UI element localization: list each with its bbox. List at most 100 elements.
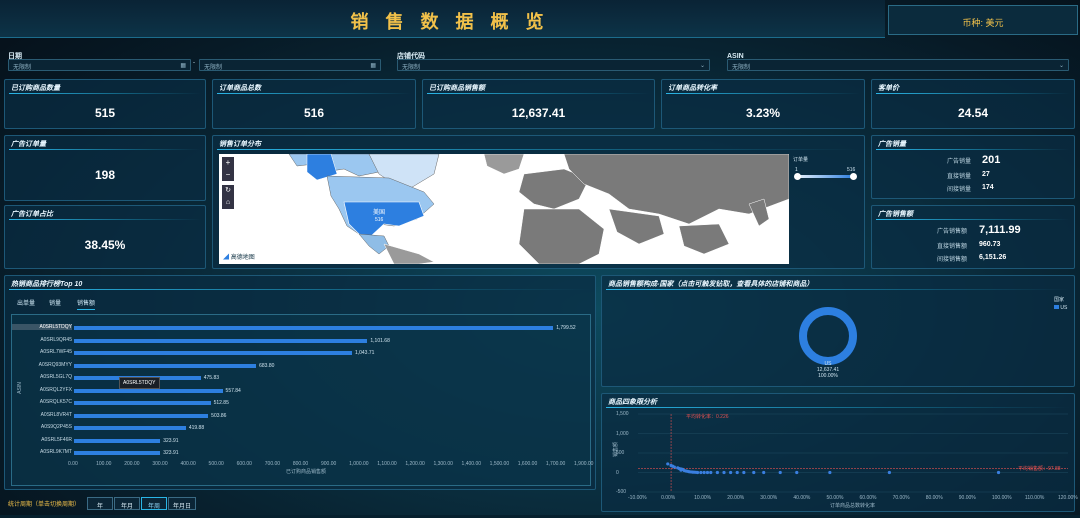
bar-value: 323.91 [163,450,179,456]
scatter-point[interactable] [715,470,719,475]
scatter-point[interactable] [699,470,703,475]
map-tool-controls: ↻ ⌂ [222,185,234,209]
zoom-in-button[interactable]: + [222,157,234,169]
scatter-point[interactable] [672,465,676,469]
calendar-icon: ▦ [370,63,376,69]
bar[interactable] [74,363,257,368]
bar-value: 419.88 [188,425,205,431]
bar[interactable] [74,326,554,330]
map-legend-scale[interactable] [797,175,853,178]
kpi-card-sales: 已订购商品销售额 12,637.41 [422,79,655,129]
donut-slice-us[interactable] [799,307,857,365]
xaxis-tick: 90.00% [958,495,976,501]
xaxis-tick: 1,100.00 [377,461,397,467]
kpi-value: 516 [303,106,325,120]
map-logo-icon: ◢ [223,255,230,261]
period-yearweek-button[interactable]: 年周 [141,497,167,510]
yaxis-tick: 0 [616,469,619,476]
ad-revenue-panel: 广告销售额 广告销售额 7,111.99 直接销售额 960.73 间接销售额 6,1… [871,205,1075,269]
date-separator: - [193,60,195,66]
bar-label: A0SRL7WF45 [40,349,72,355]
panel-title: 热销商品排行榜Top 10 [11,281,83,288]
scatter-point[interactable] [729,470,733,475]
scatter-point[interactable] [722,470,726,475]
avg-conversion-label: 平均转化率：0.226 [686,414,729,420]
kpi-label: 广告订单量 [11,141,46,148]
scatter-point[interactable] [752,470,756,475]
reset-icon[interactable]: ↻ [222,185,234,197]
scatter-point[interactable] [695,470,700,475]
bar-label: A0SRQ93MYY [38,361,72,368]
xaxis-tick: 10.00% [694,495,712,501]
country-value: 516 [375,217,384,223]
period-year-button[interactable]: 年 [87,497,113,510]
map-legend-handle-max[interactable] [850,173,857,180]
scatter-point[interactable] [705,470,710,475]
scatter-point[interactable] [709,470,713,475]
tab-sales-qty[interactable]: 销量 [49,298,61,307]
bar[interactable] [74,351,352,355]
kpi-label: 订单商品转化率 [668,85,717,92]
kpi-card-ad-order-share: 广告订单占比 38.45% [4,205,206,269]
zoom-out-button[interactable]: − [222,169,234,181]
period-yearmonthday-button[interactable]: 年月日 [168,497,196,510]
tooltip: A0SRL5TDQY [119,377,160,389]
quadrant-panel: 商品四象限分析 1,500 1,000 500 0 -500 -10.00% 0.00% 10… [601,393,1078,512]
xaxis-tick: 120.00% [1058,495,1078,501]
donut-panel: 商品销售额构成-国家（点击可触发钻取，查看具体的店铺和商品） US 12,637… [601,275,1075,387]
map-canvas[interactable]: 美国 516 + − ↻ ⌂ ◢ 高德地图 [219,154,789,264]
map-panel: 销售订单分布 美国 516 + − ↻ ⌂ ◢ 高德地图 订单量 1 516 [212,135,865,269]
scatter-point[interactable] [666,462,670,466]
yaxis-tick: -500 [616,489,627,495]
scatter-point[interactable] [762,470,766,475]
bar[interactable] [74,438,161,443]
yaxis-tick: 1,500 [616,411,629,417]
map-legend-handle-min[interactable] [794,173,801,180]
kpi-value: 3.23% [745,106,781,120]
bar-label: A0SRL9QR45 [40,336,72,343]
bar[interactable] [74,451,161,455]
xaxis-tick: 60.00% [859,495,877,501]
scatter-point[interactable] [996,470,1001,475]
kpi-value: 198 [94,168,116,182]
bar[interactable] [74,426,186,430]
scatter-point[interactable] [778,470,782,475]
bar[interactable] [74,338,368,343]
scatter-point[interactable] [702,470,706,475]
scatter-point[interactable] [742,470,746,475]
xaxis-tick: 800.00 [292,461,309,467]
scatter-point[interactable] [887,470,891,475]
bar[interactable] [74,388,223,393]
locate-icon[interactable]: ⌂ [222,197,234,209]
scatter-point[interactable] [795,470,799,475]
tab-sales-amount[interactable]: 销售额 [77,298,96,310]
scatter-point[interactable] [735,470,739,475]
xaxis-tick: 1,700.00 [545,461,566,467]
ad-revenue-row: 直接销售额 960.73 [937,241,1001,250]
xaxis-tick: 700.00 [264,461,281,467]
chevron-down-icon: ⌄ [699,63,705,69]
panel-title: 商品销售额构成-国家（点击可触发钻取，查看具体的店铺和商品） [608,281,814,288]
xaxis-tick: 80.00% [925,495,943,501]
date-end-input[interactable]: 无限制 ▦ [199,59,381,71]
donut-center-label: US 12,637.41 100.00% [816,361,840,379]
bar-label: A0SRL9K7MT [40,449,72,455]
kpi-label: 客单价 [878,85,899,92]
period-yearmonth-button[interactable]: 年月 [114,497,140,510]
ad-sales-row: 直接销量 27 [947,171,990,180]
map-zoom-controls: + − [222,157,234,181]
store-select[interactable]: 无限制 ⌄ [397,59,710,71]
bar[interactable] [74,413,209,418]
avg-sales-label: 平均销售额：97.88 [1018,466,1061,472]
donut-legend-item[interactable]: US [1054,305,1067,311]
yaxis-tick: 1,000 [616,430,629,437]
xaxis-tick: 100.00% [991,495,1012,501]
scatter-point[interactable] [828,470,832,475]
bar-label: A0S9Q2P45S [40,424,72,430]
tab-order-count[interactable]: 出单量 [17,298,35,307]
bar-value: 1,799.52 [556,325,576,331]
bar[interactable] [74,401,211,405]
asin-select[interactable]: 无限制 ⌄ [727,59,1069,71]
date-start-input[interactable]: 无限制 ▦ [8,59,191,71]
xaxis-tick: 100.00 [96,461,112,467]
